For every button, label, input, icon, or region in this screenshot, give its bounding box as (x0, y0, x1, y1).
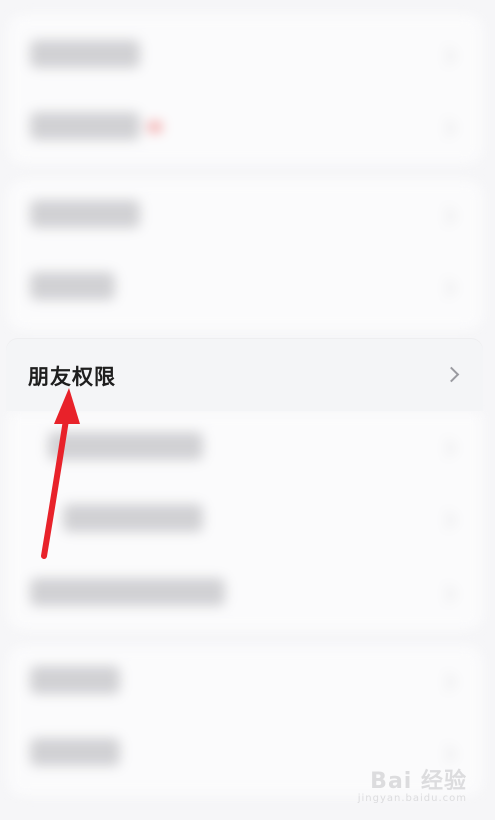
chevron-right-icon (438, 745, 456, 763)
blurred-row[interactable] (63, 504, 203, 532)
chevron-right-icon (438, 119, 456, 137)
chevron-right-icon (443, 366, 460, 383)
blurred-row[interactable] (30, 40, 140, 68)
blurred-row[interactable] (30, 272, 115, 300)
blurred-row[interactable] (30, 666, 120, 694)
friend-permissions-label: 朋友权限 (28, 365, 116, 389)
chevron-right-icon (438, 47, 456, 65)
watermark-url: jingyan.baidu.com (357, 793, 467, 804)
blurred-row[interactable] (30, 200, 140, 228)
chevron-right-icon (438, 511, 456, 529)
blurred-row[interactable] (30, 578, 225, 606)
blurred-row[interactable] (48, 432, 203, 460)
settings-group-3 (8, 412, 483, 630)
chevron-right-icon (438, 439, 456, 457)
friend-permissions-row[interactable]: 朋友权限 (6, 339, 483, 411)
baidu-jingyan-watermark: Bai 经验 jingyan.baidu.com (358, 763, 467, 804)
chevron-right-icon (438, 279, 456, 297)
red-dot-badge (148, 122, 162, 132)
settings-group-1 (8, 14, 483, 164)
blurred-row[interactable] (30, 112, 140, 140)
chevron-right-icon (438, 207, 456, 225)
chevron-right-icon (438, 673, 456, 691)
watermark-brand: Bai 经验 (370, 769, 467, 794)
blurred-row[interactable] (30, 738, 120, 766)
settings-group-2 (8, 180, 483, 330)
chevron-right-icon (438, 585, 456, 603)
